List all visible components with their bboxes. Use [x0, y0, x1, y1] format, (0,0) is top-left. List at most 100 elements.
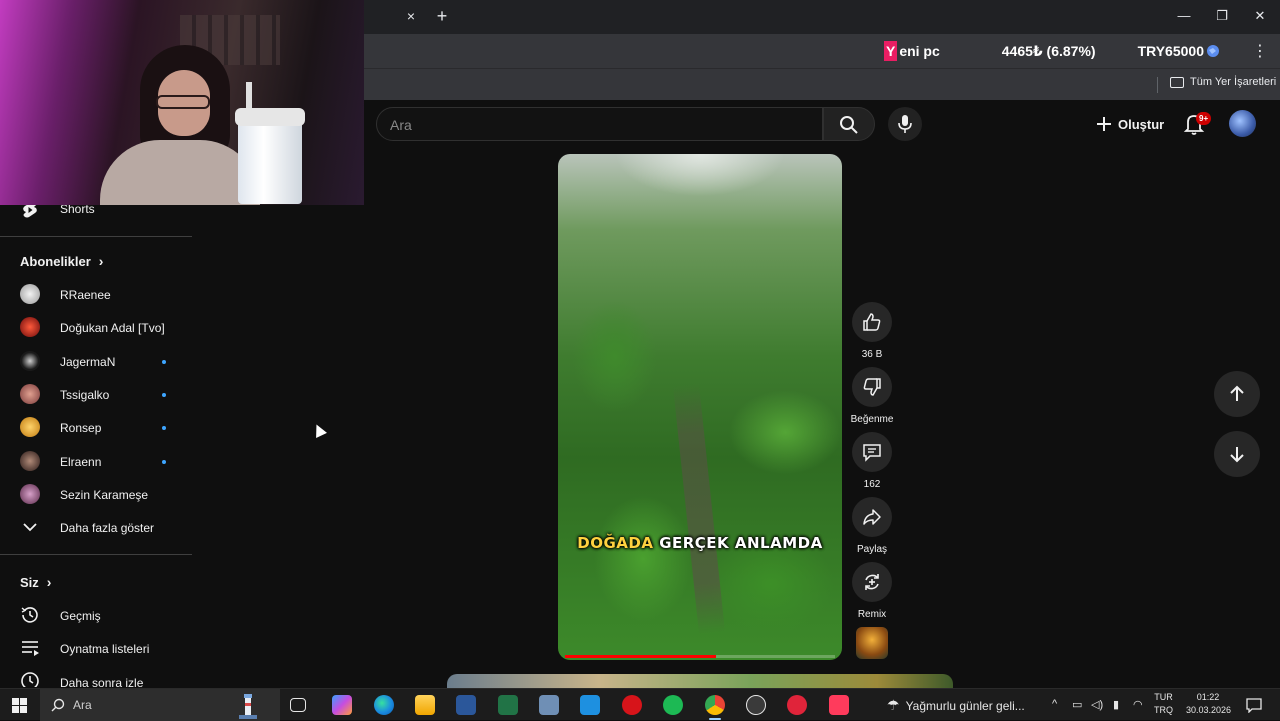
excel-icon[interactable]	[498, 695, 518, 715]
taskbar-search-box[interactable]: Ara	[40, 689, 280, 721]
next-short-button[interactable]	[1214, 431, 1260, 477]
share-icon	[863, 509, 881, 525]
channel-avatar	[20, 417, 40, 437]
sidebar-item-watch-later[interactable]: Daha sonra izle	[0, 665, 192, 687]
remix-button[interactable]: Remix	[851, 562, 893, 620]
like-button[interactable]: 36 B	[851, 302, 893, 360]
channel-avatar	[20, 351, 40, 371]
sidebar-item-subscription[interactable]: RRaenee	[0, 278, 192, 311]
opera-icon[interactable]	[622, 695, 642, 715]
chevron-right-icon: ›	[98, 253, 104, 269]
create-button[interactable]: Oluştur	[1088, 108, 1172, 140]
channel-thumbnail[interactable]	[856, 627, 888, 659]
sidebar-item-subscription[interactable]: Doğukan Adal [Tvo]	[0, 311, 192, 344]
browser-menu-icon[interactable]: ⋮	[1252, 41, 1268, 61]
shorts-video-player[interactable]: DOĞADA GERÇEK ANLAMDA	[558, 154, 842, 660]
search-button[interactable]	[823, 107, 875, 141]
word-icon[interactable]	[456, 695, 476, 715]
account-avatar[interactable]	[1229, 110, 1256, 137]
spotify-icon[interactable]	[663, 695, 683, 715]
bookmarks-divider	[1157, 77, 1158, 93]
voice-search-button[interactable]	[888, 107, 922, 141]
battery-icon[interactable]: ▭	[1072, 698, 1082, 711]
show-more-button[interactable]: Daha fazla göster	[0, 511, 192, 544]
chevron-up-icon[interactable]: ^	[1052, 698, 1057, 710]
all-bookmarks-button[interactable]: Tüm Yer İşaretleri	[1170, 76, 1276, 88]
remix-icon	[865, 574, 879, 590]
plus-icon	[1097, 117, 1111, 131]
sidebar-divider	[0, 554, 192, 555]
webcam-overlay	[0, 0, 364, 205]
task-view-icon[interactable]	[290, 698, 306, 712]
sidebar-item-subscription[interactable]: Tssigalko	[0, 378, 192, 411]
previous-short-button[interactable]	[1214, 371, 1260, 417]
share-button-circle[interactable]	[852, 497, 892, 537]
ticker-tag-highlight: Y	[883, 41, 898, 61]
folder-icon	[1170, 76, 1184, 88]
sidebar-item-subscription[interactable]: JagermaN	[0, 345, 192, 378]
all-bookmarks-label: Tüm Yer İşaretleri	[1190, 76, 1277, 88]
recording-app-icon[interactable]	[787, 695, 807, 715]
taskbar-clock[interactable]: 01:22 30.03.2026	[1186, 691, 1231, 717]
like-count: 36 B	[861, 349, 883, 360]
video-progress-bar[interactable]	[565, 655, 835, 658]
comments-button[interactable]: 162	[851, 432, 893, 490]
microphone-icon	[898, 115, 912, 133]
wifi-icon[interactable]: ◠	[1133, 698, 1143, 711]
next-short-preview[interactable]	[447, 674, 953, 688]
input-language-indicator[interactable]: TUR TRQ	[1154, 691, 1173, 717]
sidebar-item-subscription[interactable]: Elraenn	[0, 445, 192, 478]
show-more-label: Daha fazla göster	[60, 520, 155, 535]
dislike-button[interactable]: Beğenme	[851, 367, 893, 425]
sidebar-item-subscription[interactable]: Ronsep	[0, 411, 192, 444]
close-window-button[interactable]: ✕	[1248, 6, 1272, 26]
remix-button-circle[interactable]	[852, 562, 892, 602]
volume-icon[interactable]: ◁)	[1091, 698, 1103, 711]
new-tab-button[interactable]: +	[433, 6, 451, 26]
channel-name: Elraenn	[60, 454, 102, 469]
subscriptions-header[interactable]: Abonelikler ›	[20, 253, 103, 269]
copilot-icon[interactable]	[332, 695, 352, 715]
file-explorer-icon[interactable]	[415, 695, 435, 715]
new-content-dot	[162, 392, 166, 397]
search-icon	[51, 698, 65, 712]
keyboard-layout: TRQ	[1154, 705, 1173, 715]
minimize-window-button[interactable]: —	[1172, 6, 1196, 26]
maximize-window-button[interactable]: ❐	[1210, 6, 1234, 26]
chevron-right-icon: ›	[46, 574, 52, 590]
language-code: TUR	[1154, 692, 1173, 702]
store-icon[interactable]	[580, 695, 600, 715]
ticker-target: TRY65000	[1137, 43, 1204, 59]
new-content-dot	[162, 425, 166, 430]
comment-icon	[863, 444, 881, 462]
sidebar-item-playlists[interactable]: Oynatma listeleri	[0, 632, 192, 665]
video-jungle-trail	[673, 383, 725, 635]
you-header[interactable]: Siz ›	[20, 574, 51, 590]
comments-button-circle[interactable]	[852, 432, 892, 472]
channel-name: RRaenee	[60, 287, 111, 302]
notification-center-icon[interactable]	[1246, 697, 1262, 713]
weather-widget[interactable]: ☂ Yağmurlu günler geli...	[887, 697, 1025, 714]
windows-start-icon[interactable]	[12, 698, 27, 713]
calculator-icon[interactable]	[539, 695, 559, 715]
microphone-tray-icon[interactable]: ▮	[1113, 698, 1119, 711]
channel-name: Doğukan Adal [Tvo]	[60, 320, 165, 335]
sidebar-item-history[interactable]: Geçmiş	[0, 599, 192, 632]
edge-icon[interactable]	[374, 695, 394, 715]
channel-name: Sezin Karameşe	[60, 487, 149, 502]
share-button[interactable]: Paylaş	[851, 497, 893, 555]
search-icon	[840, 116, 858, 134]
thumbs-up-icon	[863, 313, 881, 331]
weather-text: Yağmurlu günler geli...	[905, 698, 1025, 713]
sidebar-item-subscription[interactable]: Sezin Karameşe	[0, 478, 192, 511]
video-progress-fill	[565, 655, 717, 658]
sidebar-divider	[0, 236, 192, 237]
dislike-button-circle[interactable]	[852, 367, 892, 407]
umbrella-icon: ☂	[887, 697, 900, 713]
chrome-icon[interactable]	[705, 695, 725, 715]
pocket-icon[interactable]	[829, 695, 849, 715]
obs-icon[interactable]	[746, 695, 766, 715]
close-tab-button[interactable]: ×	[403, 8, 419, 24]
search-input[interactable]: Ara	[376, 107, 823, 141]
like-button-circle[interactable]	[852, 302, 892, 342]
